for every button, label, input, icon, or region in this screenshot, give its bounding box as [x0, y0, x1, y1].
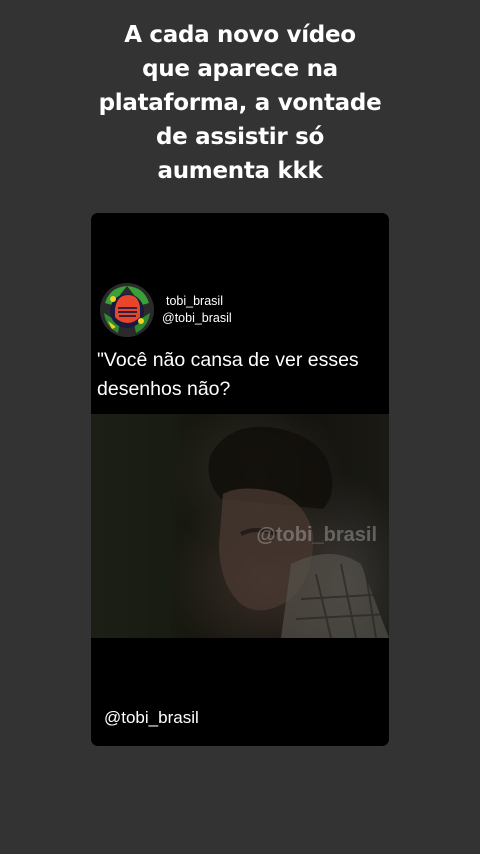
footer-handle[interactable]: @tobi_brasil — [104, 708, 199, 728]
username-handle[interactable]: @tobi_brasil — [162, 311, 232, 325]
video-frame[interactable]: @tobi_brasil — [91, 414, 389, 638]
profile-avatar-icon[interactable] — [100, 283, 154, 337]
post-card[interactable]: tobi_brasil @tobi_brasil "Você não cansa… — [91, 213, 389, 746]
video-watermark: @tobi_brasil — [256, 524, 377, 546]
caption-text: A cada novo vídeo que aparece na platafo… — [98, 22, 382, 184]
post-quote-text: "Você não cansa de ver esses desenhos nã… — [97, 349, 359, 400]
screen: A cada novo vídeo que aparece na platafo… — [0, 0, 480, 854]
display-name[interactable]: tobi_brasil — [166, 294, 223, 308]
post-header: tobi_brasil @tobi_brasil — [100, 283, 380, 339]
